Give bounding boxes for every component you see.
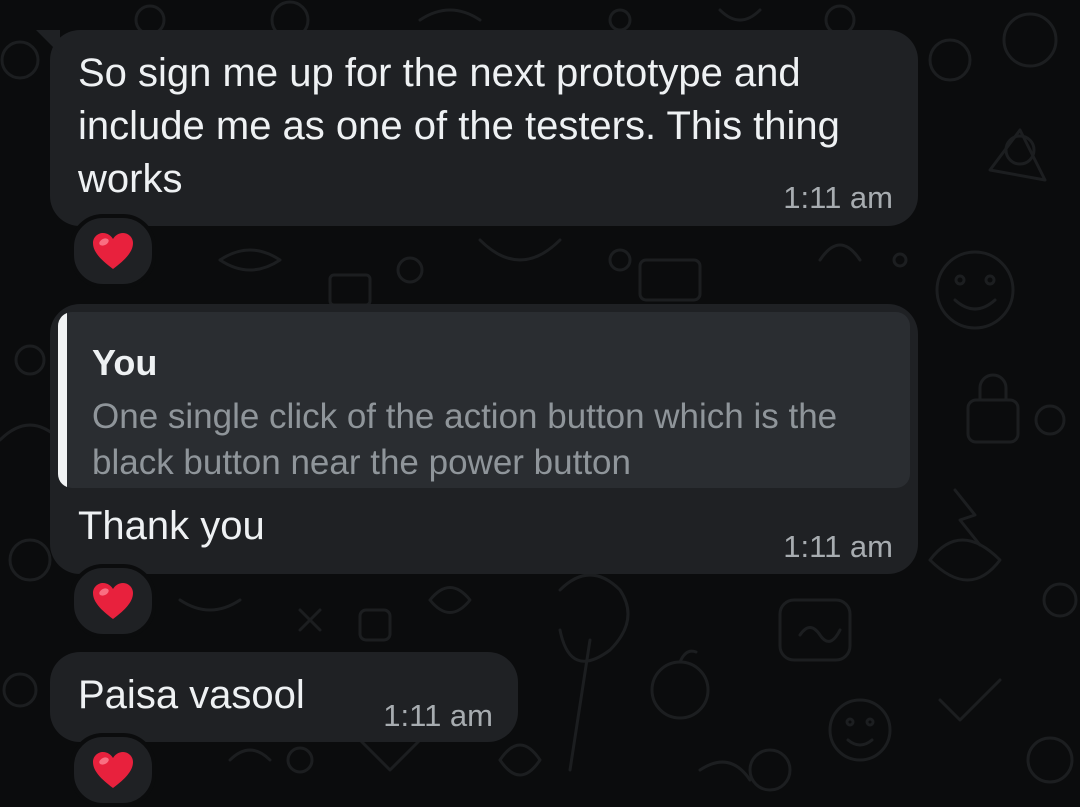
message-text: So sign me up for the next prototype and… bbox=[78, 51, 840, 201]
message-bubble[interactable]: Paisa vasool 1:11 am bbox=[50, 652, 518, 742]
message-timestamp: 1:11 am bbox=[383, 698, 493, 733]
quoted-message[interactable]: You One single click of the action butto… bbox=[58, 312, 910, 488]
reaction-badge[interactable] bbox=[70, 214, 156, 288]
message-text: Paisa vasool bbox=[78, 673, 305, 717]
reaction-badge[interactable] bbox=[70, 733, 156, 807]
heart-icon bbox=[93, 583, 133, 619]
heart-icon bbox=[93, 233, 133, 269]
message-bubble[interactable]: You One single click of the action butto… bbox=[50, 304, 918, 574]
reaction-badge[interactable] bbox=[70, 564, 156, 638]
message-timestamp: 1:11 am bbox=[783, 529, 893, 564]
quote-accent-bar bbox=[58, 312, 67, 488]
message-text: Thank you bbox=[78, 504, 265, 548]
quote-author: You bbox=[92, 342, 158, 383]
bubble-tail bbox=[36, 30, 60, 54]
message-timestamp: 1:11 am bbox=[783, 180, 893, 215]
quote-text: One single click of the action button wh… bbox=[92, 397, 838, 482]
message-bubble[interactable]: So sign me up for the next prototype and… bbox=[36, 30, 918, 226]
heart-icon bbox=[93, 752, 133, 788]
